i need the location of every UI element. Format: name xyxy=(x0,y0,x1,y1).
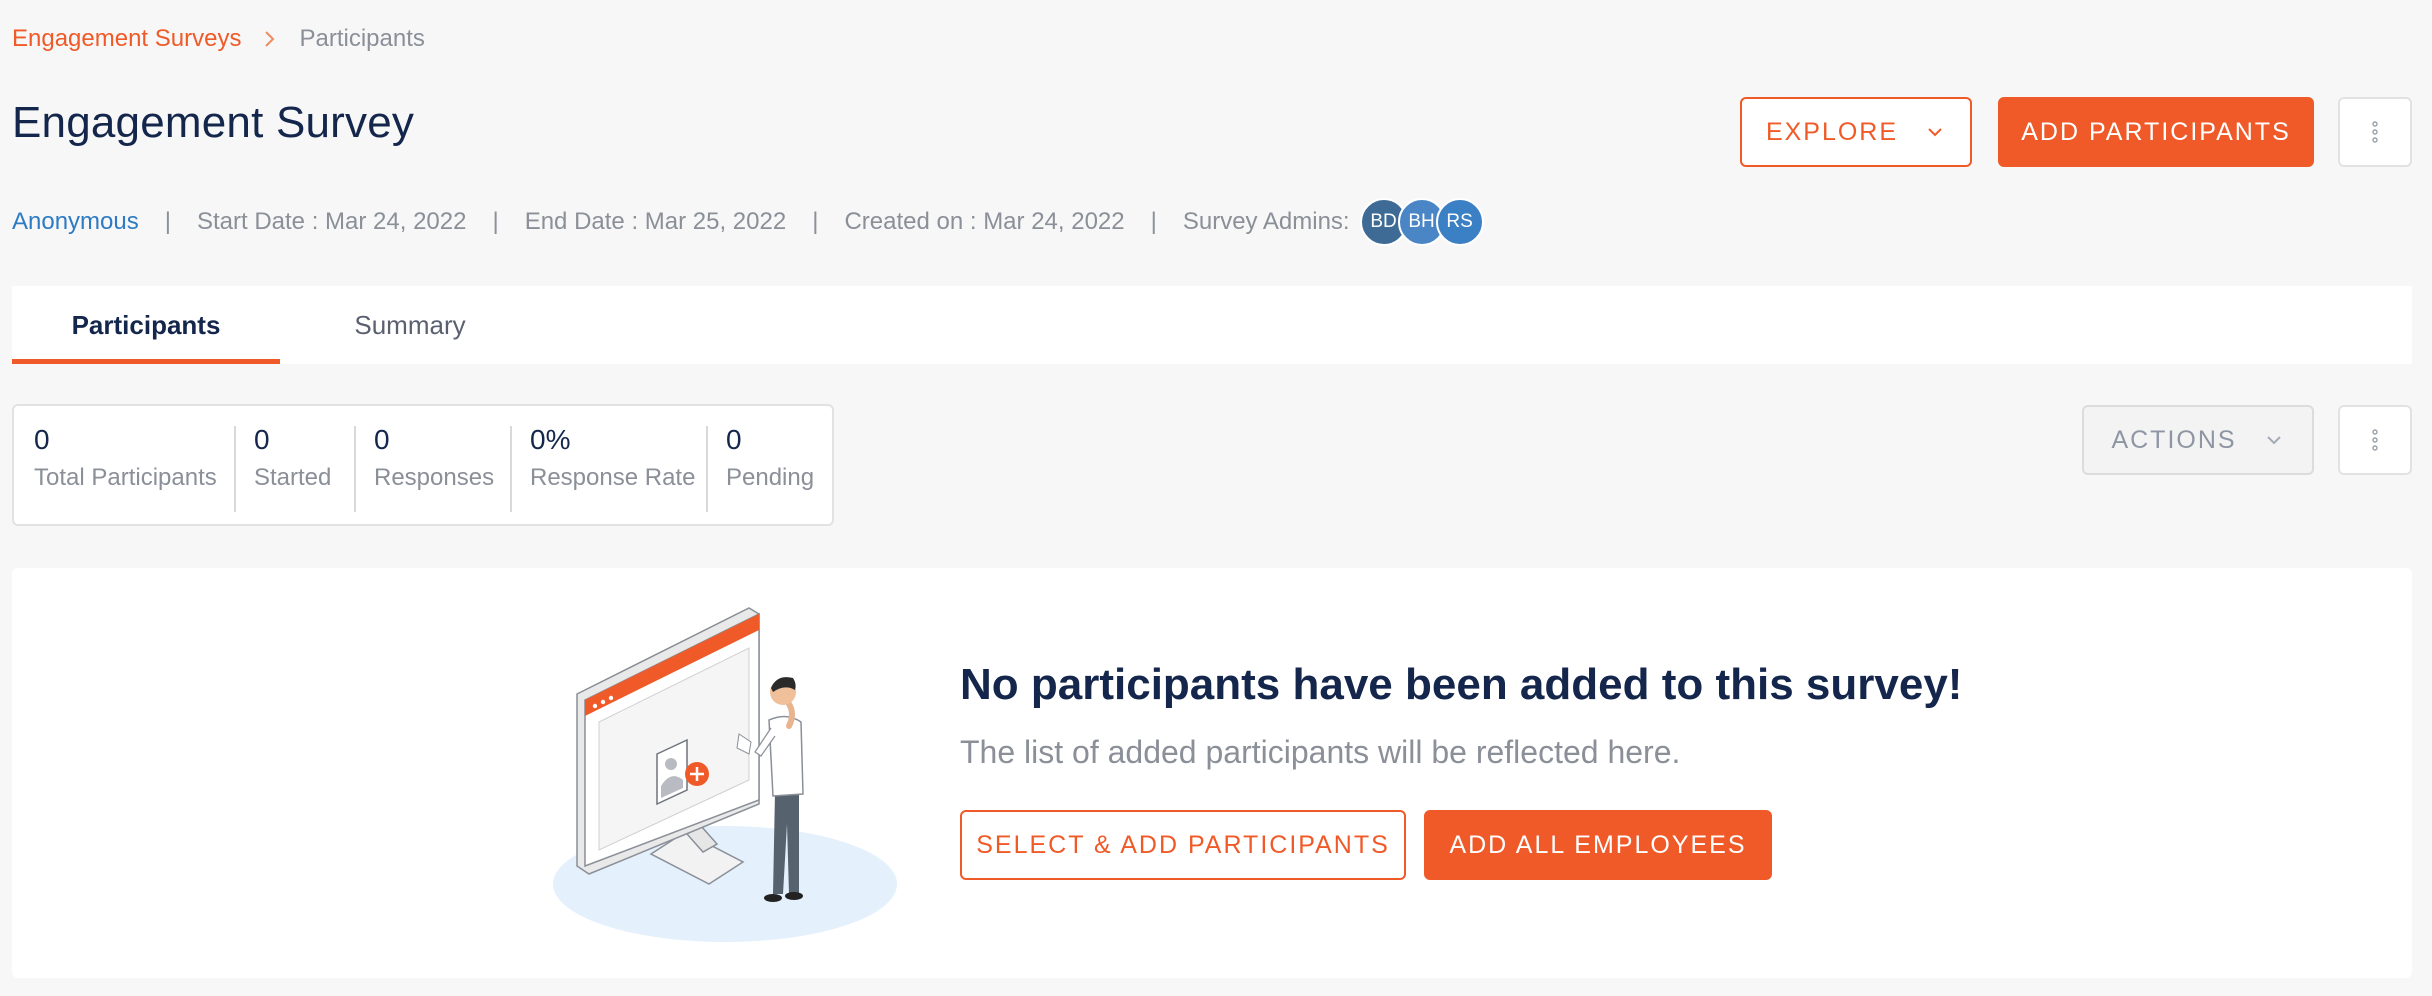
stat-pending: 0 Pending xyxy=(706,406,832,524)
vertical-dots-icon xyxy=(2372,429,2378,451)
stat-responses: 0 Responses xyxy=(354,406,510,524)
survey-admins-avatars: BD BH RS xyxy=(1359,198,1484,246)
stat-response-rate: 0% Response Rate xyxy=(510,406,706,524)
empty-state-card: No participants have been added to this … xyxy=(12,568,2412,978)
list-more-options-button[interactable] xyxy=(2338,405,2412,475)
stat-label: Started xyxy=(254,464,332,491)
stat-value: 0 xyxy=(374,424,390,455)
avatar[interactable]: RS xyxy=(1435,198,1484,246)
stat-value: 0 xyxy=(34,424,50,455)
start-date: Start Date : Mar 24, 2022 xyxy=(196,208,467,235)
stat-label: Response Rate xyxy=(530,464,696,491)
meta-separator: | xyxy=(492,208,499,235)
select-add-label: SELECT & ADD PARTICIPANTS xyxy=(976,830,1390,859)
survey-admins-label: Survey Admins: xyxy=(1182,208,1350,235)
stat-value: 0 xyxy=(726,424,742,455)
add-participants-button[interactable]: ADD PARTICIPANTS xyxy=(1998,97,2314,167)
stat-label: Responses xyxy=(374,464,495,491)
actions-dropdown-button[interactable]: ACTIONS xyxy=(2082,405,2314,475)
select-add-participants-button[interactable]: SELECT & ADD PARTICIPANTS xyxy=(960,810,1406,880)
chevron-down-icon xyxy=(1928,128,1942,137)
empty-state-subtitle: The list of added participants will be r… xyxy=(960,734,1681,770)
vertical-dots-icon xyxy=(2372,121,2378,143)
breadcrumb: Engagement Surveys Participants xyxy=(12,24,425,54)
add-all-employees-button[interactable]: ADD ALL EMPLOYEES xyxy=(1424,810,1772,880)
meta-separator: | xyxy=(164,208,171,235)
active-tab-indicator xyxy=(12,359,280,364)
tab-label: Summary xyxy=(354,309,466,340)
breadcrumb-current: Participants xyxy=(299,25,425,52)
chevron-down-icon xyxy=(2266,436,2281,445)
tabs-bar: Participants Summary xyxy=(12,286,2412,364)
meta-separator: | xyxy=(812,208,819,235)
breadcrumb-engagement-surveys[interactable]: Engagement Surveys xyxy=(12,25,241,53)
participant-stats: 0 Total Participants 0 Started 0 Respons… xyxy=(12,404,834,526)
stat-label: Pending xyxy=(726,464,815,491)
actions-label: ACTIONS xyxy=(2111,425,2237,454)
add-all-label: ADD ALL EMPLOYEES xyxy=(1449,830,1747,859)
stat-started: 0 Started xyxy=(234,406,354,524)
explore-label: EXPLORE xyxy=(1765,117,1899,146)
chevron-right-icon xyxy=(265,31,275,47)
survey-meta: Anonymous | Start Date : Mar 24, 2022 | … xyxy=(12,198,1484,246)
stat-label: Total Participants xyxy=(34,464,217,491)
empty-state-title: No participants have been added to this … xyxy=(960,660,1963,709)
more-options-button[interactable] xyxy=(2338,97,2412,167)
stat-value: 0 xyxy=(254,424,270,455)
explore-dropdown-button[interactable]: EXPLORE xyxy=(1740,97,1972,167)
meta-separator: | xyxy=(1150,208,1157,235)
page-title: Engagement Survey xyxy=(12,98,415,147)
created-on: Created on : Mar 24, 2022 xyxy=(844,208,1125,235)
tab-participants[interactable]: Participants xyxy=(12,286,280,364)
anonymous-link[interactable]: Anonymous xyxy=(12,208,139,236)
add-participants-label: ADD PARTICIPANTS xyxy=(2021,117,2291,146)
stat-value: 0% xyxy=(530,424,571,455)
tab-label: Participants xyxy=(71,309,221,340)
empty-participants-illustration xyxy=(553,607,897,942)
tab-summary[interactable]: Summary xyxy=(280,286,540,364)
end-date: End Date : Mar 25, 2022 xyxy=(524,208,787,235)
stat-total-participants: 0 Total Participants xyxy=(14,406,234,524)
